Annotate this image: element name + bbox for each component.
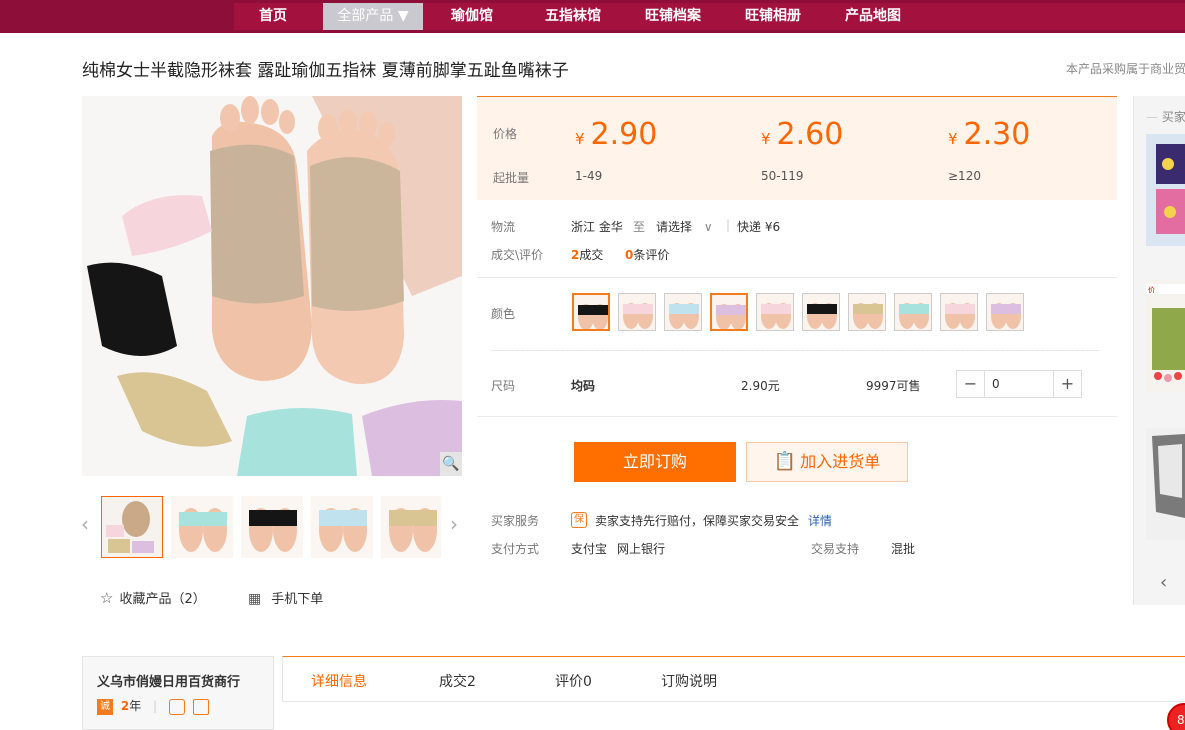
destination-select[interactable]: 请选择 ∨ (656, 218, 713, 235)
favorite-label: 收藏产品（2） (119, 592, 206, 607)
increase-button[interactable]: + (1053, 371, 1081, 397)
product-title: 纯棉女士半截隐形袜套 露趾瑜伽五指袜 夏薄前脚掌五趾鱼嘴袜子 (82, 61, 569, 81)
qty-tier-3: ≥120 (948, 169, 981, 183)
thumbnail[interactable] (311, 496, 373, 558)
guarantee-badge-icon: 保 (571, 511, 587, 528)
quantity-input[interactable] (986, 371, 1054, 397)
color-swatch[interactable] (572, 293, 610, 331)
color-label: 颜色 (491, 307, 516, 321)
sidebar-prev-icon[interactable]: ‹ (1160, 572, 1167, 593)
tab-reviews[interactable]: 评价0 (555, 671, 592, 691)
nav-all-products[interactable]: 全部产品 ▼ (323, 3, 423, 30)
nav-shop-album[interactable]: 旺铺相册 (738, 3, 808, 30)
trade-support-label: 交易支持 (811, 542, 860, 556)
divider (477, 416, 1117, 417)
add-to-cart-button[interactable]: 📋 加入进货单 (746, 442, 908, 482)
color-swatch[interactable] (756, 293, 794, 331)
decrease-button[interactable]: − (957, 371, 985, 397)
payment-label: 支付方式 (491, 542, 540, 556)
nav-shop-profile[interactable]: 旺铺档案 (638, 3, 708, 30)
deals-label: 成交\评价 (491, 248, 544, 262)
favorite-button[interactable]: ☆ 收藏产品（2） (100, 588, 206, 607)
svg-text:价: 价 (1148, 286, 1155, 294)
min-qty-label: 起批量 (493, 171, 530, 185)
express-fee: 快递 ¥6 (737, 220, 781, 234)
color-swatch[interactable] (802, 293, 840, 331)
color-swatch[interactable] (986, 293, 1024, 331)
nav-toe-socks[interactable]: 五指袜馆 (538, 3, 608, 30)
recommend-item[interactable] (1146, 134, 1185, 246)
color-swatch[interactable] (710, 293, 748, 331)
shop-card: 义乌市俏嫚日用百货商行 诚 2年 | (82, 656, 274, 730)
color-swatch[interactable] (940, 293, 978, 331)
size-stock: 9997可售 (866, 379, 921, 393)
payment-method: 网上银行 (617, 542, 666, 556)
star-icon: ☆ (100, 589, 114, 607)
color-swatch[interactable] (894, 293, 932, 331)
shop-years: 诚 2年 | (97, 697, 209, 715)
quantity-stepper: − + (956, 370, 1082, 398)
deal-count[interactable]: 2成交 (571, 246, 603, 263)
divider: | (726, 218, 731, 232)
mobile-order-label: 手机下单 (271, 592, 324, 607)
zoom-icon[interactable]: 🔍 (440, 452, 462, 476)
help-button[interactable]: 8 (1167, 703, 1185, 730)
trade-support-value: 混批 (891, 542, 916, 556)
detail-tabs: 详细信息 成交2 评价0 订购说明 (282, 656, 1185, 702)
thumb-next-icon[interactable]: › (450, 512, 458, 536)
logistics-to: 至 (633, 220, 646, 234)
nav-product-map[interactable]: 产品地图 (838, 3, 908, 30)
price-box: 价格 起批量 ¥2.90 1-49 ¥2.60 50-119 ¥2.30 ≥12… (477, 96, 1117, 200)
guarantee-icon (168, 698, 185, 715)
price-tier-2: ¥2.60 (761, 117, 844, 152)
chengxin-badge-icon: 诚 (97, 698, 113, 715)
mobile-order-button[interactable]: ▦ 手机下单 (248, 588, 323, 607)
nav-yoga[interactable]: 瑜伽馆 (444, 3, 500, 30)
price-label: 价格 (493, 127, 518, 141)
price-tier-3: ¥2.30 (948, 117, 1031, 152)
nav-home[interactable]: 首页 (252, 3, 294, 30)
size-label: 尺码 (491, 379, 516, 393)
thumbnail[interactable] (381, 496, 441, 558)
chevron-down-icon: ∨ (703, 220, 713, 234)
tab-details[interactable]: 详细信息 (311, 671, 367, 691)
sidebar-title: — 买家 (1146, 110, 1185, 124)
divider (477, 277, 1117, 278)
qty-tier-2: 50-119 (761, 169, 804, 183)
business-notice: 本产品采购属于商业贸 (1066, 62, 1185, 76)
recommend-item[interactable] (1146, 428, 1185, 540)
payment-method: 支付宝 (571, 542, 608, 556)
clipboard-icon: 📋 (773, 451, 797, 472)
certified-icon (192, 698, 209, 715)
divider (491, 350, 1099, 351)
logistics-label: 物流 (491, 220, 516, 234)
size-price: 2.90元 (741, 379, 780, 393)
tab-deals[interactable]: 成交2 (439, 671, 476, 691)
color-swatch[interactable] (664, 293, 702, 331)
thumbnail[interactable] (101, 496, 163, 558)
service-details-link[interactable]: 详情 (808, 512, 832, 529)
color-swatch[interactable] (848, 293, 886, 331)
thumb-prev-icon[interactable]: ‹ (81, 512, 89, 536)
thumbnail[interactable] (241, 496, 303, 558)
recommend-item[interactable]: 价 (1146, 280, 1185, 392)
service-label: 买家服务 (491, 514, 540, 528)
shop-name[interactable]: 义乌市俏嫚日用百货商行 (97, 671, 240, 690)
main-product-image[interactable] (82, 96, 462, 476)
thumbnail[interactable] (171, 496, 233, 558)
qty-tier-1: 1-49 (575, 169, 603, 183)
price-tier-1: ¥2.90 (575, 117, 658, 152)
review-count[interactable]: 0条评价 (625, 246, 669, 263)
service-text: 卖家支持先行赔付，保障买家交易安全 (595, 514, 800, 528)
size-value: 均码 (571, 379, 596, 393)
color-swatch[interactable] (618, 293, 656, 331)
tab-order-notes[interactable]: 订购说明 (661, 671, 717, 691)
logistics-origin: 浙江 金华 (571, 220, 623, 234)
qr-code-icon: ▦ (248, 591, 262, 607)
buy-now-button[interactable]: 立即订购 (574, 442, 736, 482)
